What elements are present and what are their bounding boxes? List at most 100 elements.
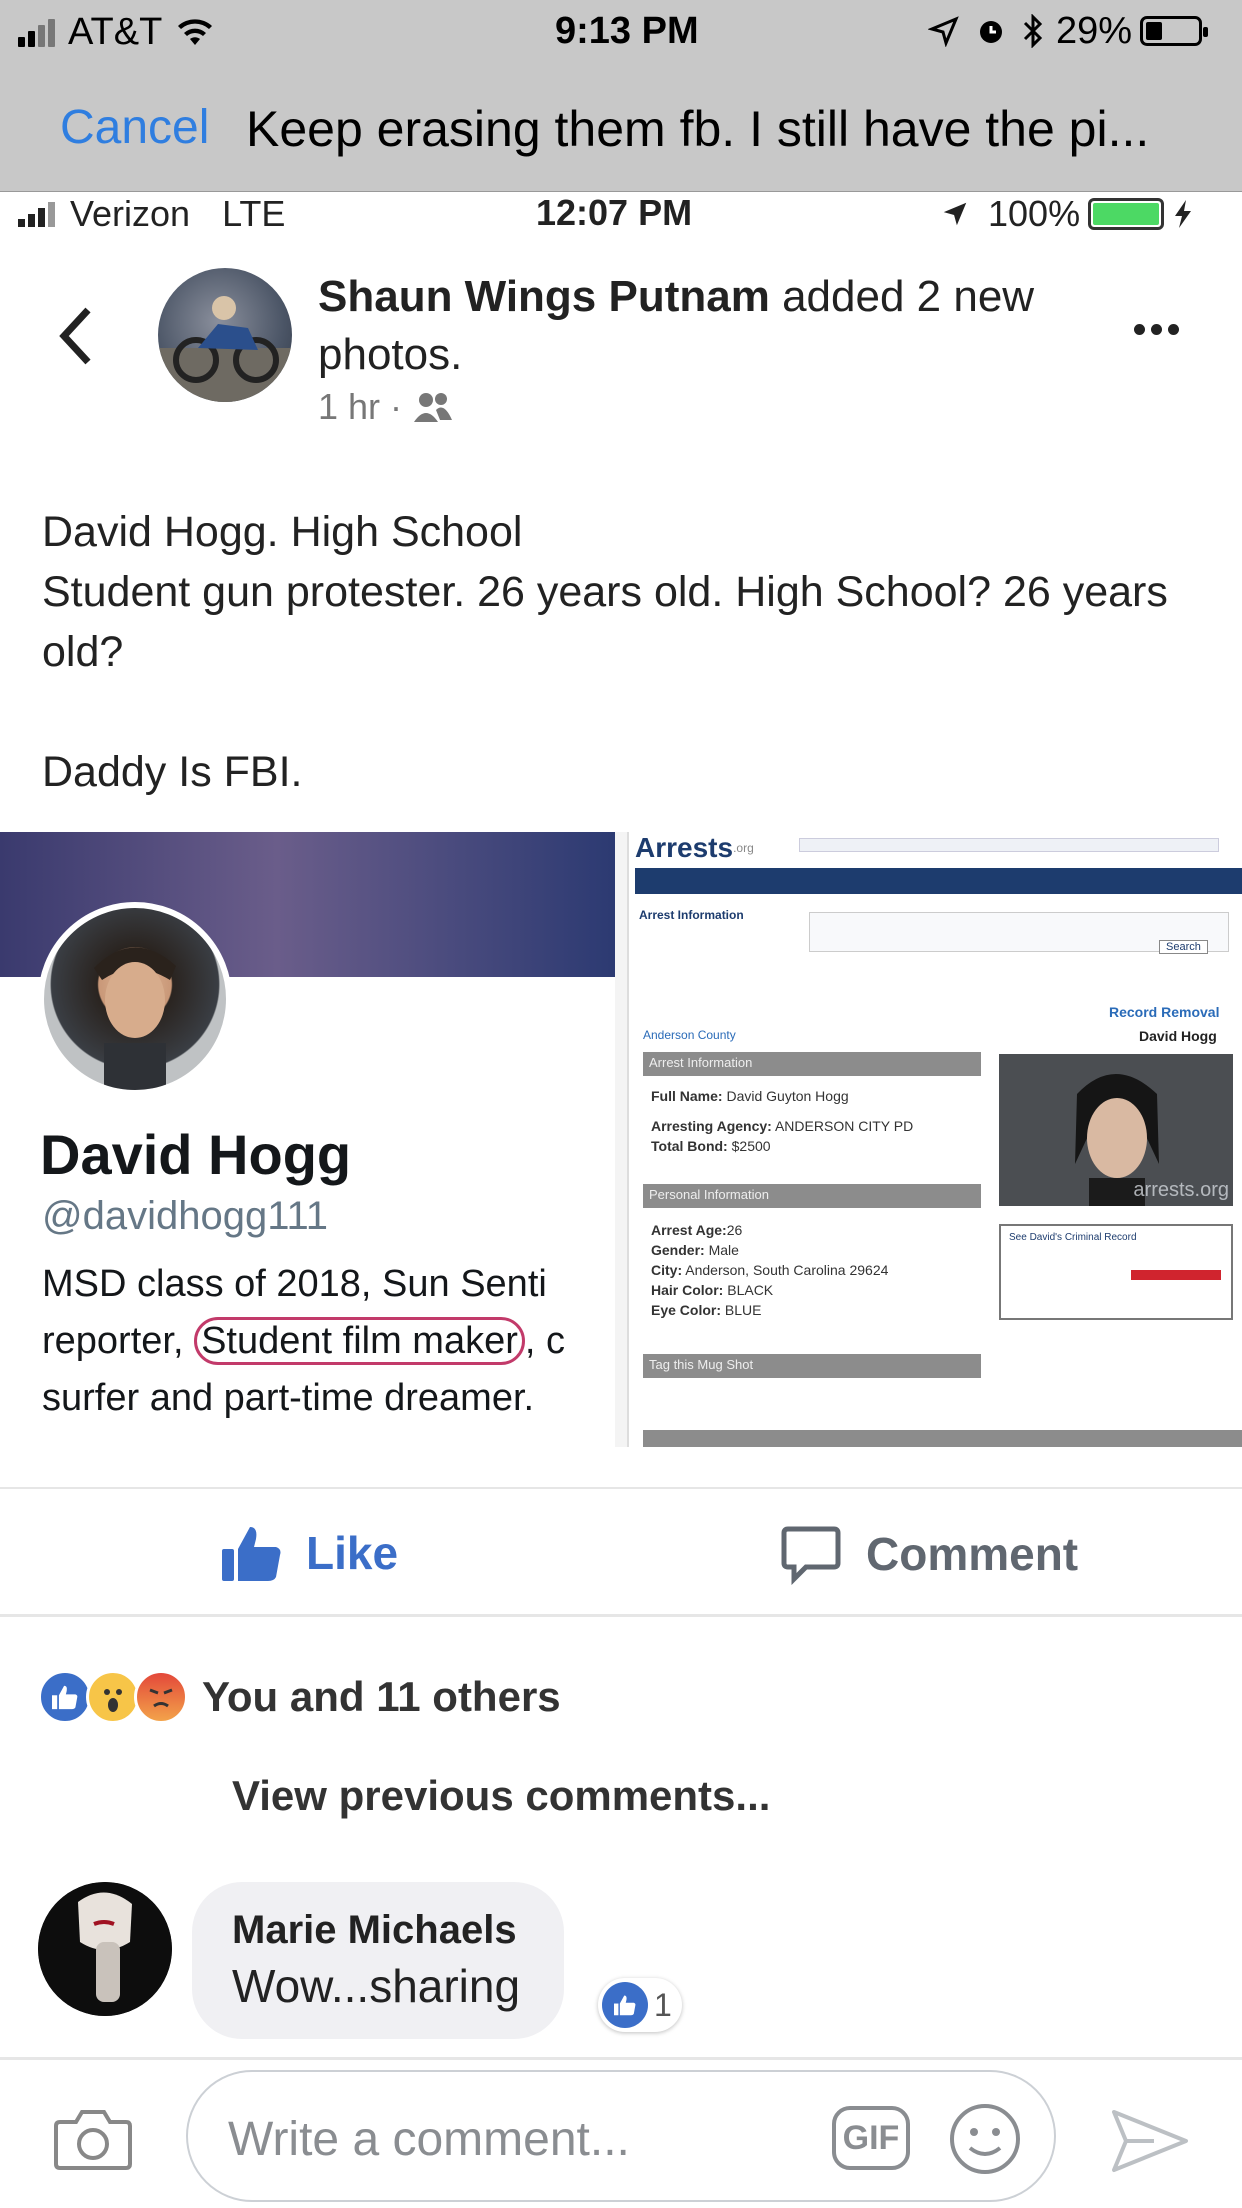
field-label: Eye Color: (651, 1302, 722, 1318)
wow-reaction-icon (86, 1670, 140, 1724)
bio-line: reporter, Student film maker, c (42, 1313, 615, 1370)
inner-signal-icon (18, 201, 58, 227)
profile-bio: MSD class of 2018, Sun Senti reporter, S… (42, 1256, 615, 1427)
site-name: Arrests (635, 832, 734, 863)
outer-time: 9:13 PM (555, 10, 699, 52)
county-label: Anderson County (643, 1028, 736, 1042)
comment-item: Marie Michaels Wow...sharing 1 (38, 1882, 1198, 2052)
post-body: David Hogg. High School Student gun prot… (42, 502, 1192, 802)
arrests-logo: Arrests .org (635, 832, 754, 864)
charges-bar (643, 1430, 1242, 1447)
post-meta: 1 hr · (318, 386, 454, 428)
mugshot-photo: arrests.org (999, 1054, 1233, 1206)
record-name: David Hogg (1139, 1028, 1217, 1044)
post-text-line: Student gun protester. 26 years old. Hig… (42, 568, 1168, 676)
arrest-fields: Full Name: David Guyton Hogg Arresting A… (651, 1086, 981, 1156)
embedded-screenshot: Verizon LTE 12:07 PM 100% Shaun Wings Pu… (0, 192, 1242, 2208)
author-avatar[interactable] (158, 268, 292, 402)
reactions-summary[interactable]: You and 11 others (38, 1662, 561, 1732)
section-arrest-info: Arrest Information (643, 1052, 981, 1076)
arrest-info-link: Arrest Information (639, 908, 744, 922)
bio-line: surfer and part-time dreamer. (42, 1377, 535, 1419)
location-arrow-icon (928, 16, 959, 47)
share-title: Keep erasing them fb. I still have the p… (246, 101, 1150, 157)
field-label: Arrest Age: (651, 1222, 727, 1238)
like-reaction-icon (38, 1670, 92, 1724)
field-value: ANDERSON CITY PD (774, 1118, 914, 1134)
reactions-count-text: You and 11 others (202, 1673, 561, 1720)
battery-icon (1140, 16, 1209, 46)
circled-text: Student film maker (194, 1317, 525, 1365)
post-time[interactable]: 1 hr · (318, 386, 402, 428)
author-name[interactable]: Shaun Wings Putnam (318, 272, 770, 321)
profile-avatar (38, 902, 232, 1096)
commenter-name[interactable]: Marie Michaels (232, 1908, 520, 1953)
post-photos[interactable]: David Hogg @davidhogg111 MSD class of 20… (0, 832, 1242, 1447)
comment-like-icon (602, 1982, 648, 2028)
criminal-record-box: See David's Criminal Record (999, 1224, 1233, 1320)
post-action-bar: Like Comment (0, 1487, 1242, 1617)
comment-placeholder: Write a comment... (228, 2113, 630, 2166)
profile-handle: @davidhogg111 (42, 1194, 329, 1238)
field-value: Male (708, 1242, 739, 1258)
angry-reaction-icon (134, 1670, 188, 1724)
gif-button[interactable]: GIF (832, 2106, 910, 2170)
search-button: Search (1159, 940, 1208, 954)
outer-status-bar: AT&T 9:13 PM 29% (0, 0, 1242, 62)
record-removal-link: Record Removal (1109, 1004, 1220, 1020)
comment-bubble[interactable]: Marie Michaels Wow...sharing (192, 1882, 565, 2039)
inner-carrier: Verizon (70, 193, 191, 234)
like-label: Like (306, 1527, 399, 1579)
field-value: BLACK (727, 1282, 774, 1298)
watermark: arrests.org (1133, 1179, 1229, 1201)
more-options-icon[interactable] (1134, 324, 1179, 335)
field-value: 26 (726, 1222, 743, 1238)
face-photo (94, 947, 176, 1090)
section-tag-mugshot: Tag this Mug Shot (643, 1354, 981, 1378)
back-chevron-icon[interactable] (56, 304, 96, 368)
like-button[interactable]: Like (220, 1523, 398, 1583)
bio-line: MSD class of 2018, Sun Senti (42, 1263, 547, 1305)
profile-screenshot-photo[interactable]: David Hogg @davidhogg111 MSD class of 20… (0, 832, 615, 1447)
bio-text: reporter, (42, 1320, 195, 1362)
red-button (1131, 1270, 1221, 1280)
send-icon[interactable] (1110, 2106, 1190, 2176)
inner-status-bar: Verizon LTE 12:07 PM 100% (0, 192, 1242, 242)
arrest-record-photo[interactable]: Arrests .org Arrest Information Search Re… (627, 832, 1242, 1447)
comment-composer: Write a comment... GIF (0, 2057, 1242, 2208)
field-value: David Guyton Hogg (726, 1088, 849, 1104)
commenter-photo (38, 1882, 172, 2016)
comment-like-number: 1 (654, 1986, 672, 2023)
camera-icon[interactable] (54, 2106, 132, 2170)
signal-area: AT&T (18, 11, 214, 53)
comment-like-count[interactable]: 1 (598, 1978, 682, 2032)
commenter-avatar[interactable] (38, 1882, 172, 2016)
inner-battery-percent: 100% (988, 193, 1081, 234)
inner-location-icon (943, 202, 967, 226)
comment-button[interactable]: Comment (780, 1523, 1078, 1585)
field-value: $2500 (731, 1138, 771, 1154)
inner-signal-area: Verizon LTE (18, 192, 285, 236)
alarm-icon (980, 21, 1002, 43)
field-label: Total Bond: (651, 1138, 728, 1154)
comment-label: Comment (866, 1528, 1079, 1580)
field-label: City: (651, 1262, 683, 1278)
view-previous-comments-link[interactable]: View previous comments... (232, 1772, 770, 1820)
field-label: Gender: (651, 1242, 705, 1258)
site-nav-bar (635, 868, 1242, 894)
thumbs-up-icon (222, 1527, 281, 1581)
emoji-icon[interactable] (948, 2102, 1022, 2176)
post-text-line: David Hogg. High School (42, 508, 523, 556)
inner-time: 12:07 PM (536, 192, 693, 233)
motorcycle-photo (158, 296, 292, 402)
inner-network: LTE (222, 193, 286, 234)
outer-battery-percent: 29% (1056, 9, 1133, 52)
comment-input[interactable]: Write a comment... GIF (186, 2070, 1056, 2202)
post-text-line: Daddy Is FBI. (42, 748, 303, 796)
comment-bubble-icon (781, 1526, 841, 1585)
criminal-record-label: See David's Criminal Record (1009, 1232, 1137, 1243)
cancel-button[interactable]: Cancel (60, 100, 209, 155)
status-right: 29% (928, 9, 1209, 52)
signal-bars-icon (18, 17, 58, 47)
share-header: Cancel Keep erasing them fb. I still hav… (0, 62, 1242, 192)
